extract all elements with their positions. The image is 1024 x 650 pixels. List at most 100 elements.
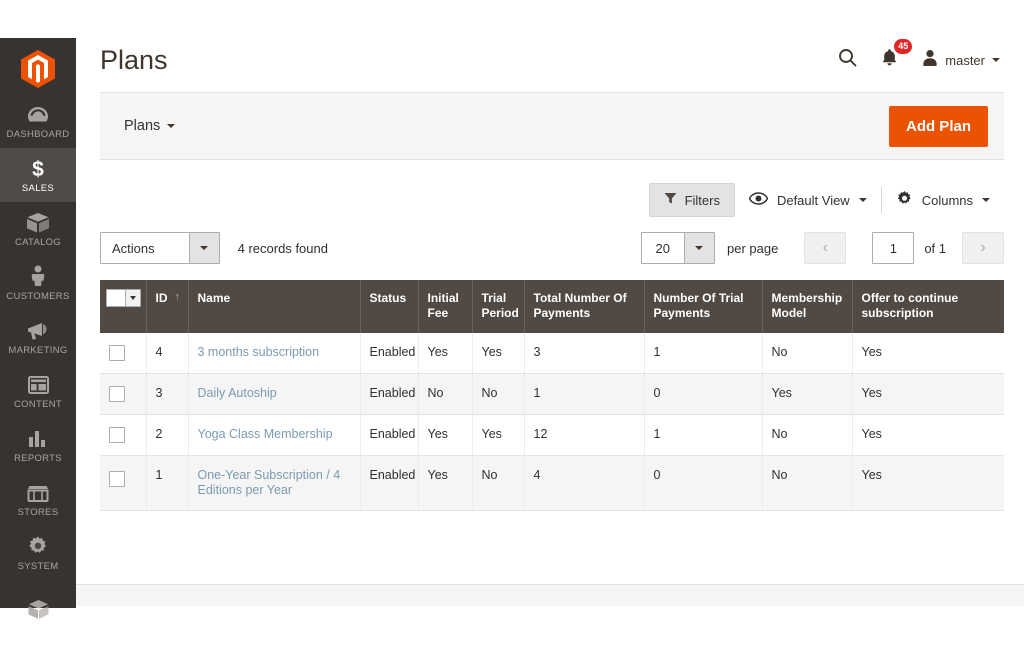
sidebar-item-reports[interactable]: REPORTS bbox=[0, 418, 76, 472]
chevron-down-icon[interactable] bbox=[125, 290, 140, 306]
magento-logo-icon bbox=[21, 50, 55, 88]
cell-total-payments: 12 bbox=[524, 414, 645, 456]
cell-trial-payments: 0 bbox=[644, 373, 763, 415]
cell-name: Yoga Class Membership bbox=[188, 414, 361, 456]
cell-membership-model: No bbox=[762, 414, 853, 456]
column-header-select-all[interactable] bbox=[100, 280, 147, 333]
marketing-megaphone-icon bbox=[26, 319, 50, 341]
cell-offer-continue: Yes bbox=[852, 373, 1004, 415]
column-header-status[interactable]: Status bbox=[360, 280, 419, 333]
sidebar-item-label: SALES bbox=[21, 183, 55, 194]
cell-name: Daily Autoship bbox=[188, 373, 361, 415]
cell-offer-continue: Yes bbox=[852, 414, 1004, 456]
plan-name-link[interactable]: One-Year Subscription / 4 Editions per Y… bbox=[198, 468, 341, 497]
select-all-dropdown[interactable] bbox=[106, 289, 141, 307]
column-header-name[interactable]: Name bbox=[188, 280, 361, 333]
search-icon bbox=[838, 48, 857, 72]
filters-button[interactable]: Filters bbox=[648, 183, 735, 217]
filters-label: Filters bbox=[684, 192, 720, 208]
column-header-trial-payments[interactable]: Number Of Trial Payments bbox=[644, 280, 763, 333]
cell-name: One-Year Subscription / 4 Editions per Y… bbox=[188, 455, 361, 511]
row-checkbox[interactable] bbox=[109, 427, 125, 443]
column-header-trial-period[interactable]: Trial Period bbox=[472, 280, 525, 333]
default-view-dropdown[interactable]: Default View bbox=[735, 184, 881, 216]
cell-id: 3 bbox=[146, 373, 189, 415]
table-row[interactable]: 1 One-Year Subscription / 4 Editions per… bbox=[100, 455, 1004, 511]
plan-name-link[interactable]: Yoga Class Membership bbox=[198, 427, 333, 441]
plan-name-link[interactable]: 3 months subscription bbox=[198, 345, 320, 359]
chevron-down-icon bbox=[695, 246, 704, 250]
select-all-checkbox[interactable] bbox=[107, 290, 125, 306]
previous-page-button[interactable]: ‹ bbox=[804, 232, 847, 264]
column-header-initial-fee[interactable]: Initial Fee bbox=[418, 280, 473, 333]
notifications-button[interactable]: 45 bbox=[869, 39, 916, 77]
cell-id: 4 bbox=[146, 333, 189, 374]
row-checkbox[interactable] bbox=[109, 386, 125, 402]
table-row[interactable]: 2 Yoga Class Membership Enabled Yes Yes … bbox=[100, 414, 1004, 456]
records-found-label: 4 records found bbox=[237, 240, 328, 256]
sidebar-item-label: DASHBOARD bbox=[6, 129, 70, 140]
next-page-button[interactable]: › bbox=[962, 232, 1004, 264]
bookmark-views-dropdown[interactable]: Plans bbox=[124, 118, 176, 134]
cell-trial-payments: 1 bbox=[644, 333, 763, 374]
chevron-down-icon bbox=[982, 198, 990, 202]
table-row[interactable]: 3 Daily Autoship Enabled No No 1 0 Yes Y… bbox=[100, 373, 1004, 415]
columns-label: Columns bbox=[921, 192, 973, 208]
page-total-label: of 1 bbox=[924, 240, 946, 256]
cell-status: Enabled bbox=[360, 455, 419, 511]
cell-membership-model: No bbox=[762, 455, 853, 511]
column-header-id[interactable]: ID ↑ bbox=[146, 280, 189, 333]
cell-status: Enabled bbox=[360, 414, 419, 456]
cell-status: Enabled bbox=[360, 373, 419, 415]
sidebar-item-partners-extensions[interactable] bbox=[0, 592, 76, 632]
plan-name-link[interactable]: Daily Autoship bbox=[198, 386, 277, 400]
page-number-input[interactable]: 1 bbox=[872, 232, 915, 264]
sidebar-item-sales[interactable]: $ SALES bbox=[0, 148, 76, 202]
search-button[interactable] bbox=[826, 43, 869, 77]
mass-actions-caret[interactable] bbox=[188, 233, 219, 263]
add-plan-button[interactable]: Add Plan bbox=[888, 105, 988, 147]
grid-control-left: Actions 4 records found bbox=[100, 232, 328, 264]
sidebar-item-catalog[interactable]: CATALOG bbox=[0, 202, 76, 256]
row-checkbox[interactable] bbox=[109, 345, 125, 361]
chevron-down-icon bbox=[858, 198, 867, 202]
filter-funnel-icon bbox=[664, 192, 677, 208]
row-select-cell[interactable] bbox=[100, 414, 147, 456]
sidebar-item-system[interactable]: SYSTEM bbox=[0, 526, 76, 580]
sidebar-item-label: CUSTOMERS bbox=[6, 291, 70, 302]
content-layout-icon bbox=[27, 373, 49, 395]
user-menu[interactable]: master bbox=[916, 49, 1000, 72]
row-select-cell[interactable] bbox=[100, 333, 147, 374]
sidebar-item-dashboard[interactable]: DASHBOARD bbox=[0, 94, 76, 148]
per-page-caret[interactable] bbox=[683, 233, 714, 263]
cell-trial-period: Yes bbox=[472, 414, 525, 456]
row-checkbox[interactable] bbox=[109, 471, 125, 487]
sidebar-item-label: SYSTEM bbox=[17, 561, 59, 572]
sidebar-item-marketing[interactable]: MARKETING bbox=[0, 310, 76, 364]
per-page-label: per page bbox=[726, 240, 779, 256]
mass-actions-select[interactable]: Actions bbox=[100, 232, 220, 264]
sidebar-item-customers[interactable]: CUSTOMERS bbox=[0, 256, 76, 310]
sales-dollar-icon: $ bbox=[31, 157, 45, 179]
partners-extensions-icon bbox=[27, 598, 50, 620]
row-select-cell[interactable] bbox=[100, 455, 147, 511]
column-header-membership-model[interactable]: Membership Model bbox=[762, 280, 853, 333]
table-head: ID ↑ Name Status Initial Fee Trial Perio… bbox=[100, 280, 1004, 333]
sidebar-item-content[interactable]: CONTENT bbox=[0, 364, 76, 418]
row-select-cell[interactable] bbox=[100, 373, 147, 415]
table-row[interactable]: 4 3 months subscription Enabled Yes Yes … bbox=[100, 333, 1004, 374]
columns-dropdown[interactable]: Columns bbox=[882, 182, 1004, 218]
per-page-select[interactable]: 20 bbox=[640, 232, 715, 264]
stores-storefront-icon bbox=[26, 481, 50, 503]
table-body: 4 3 months subscription Enabled Yes Yes … bbox=[100, 333, 1004, 511]
cell-id: 1 bbox=[146, 455, 189, 511]
svg-text:$: $ bbox=[32, 158, 44, 179]
sidebar-item-stores[interactable]: STORES bbox=[0, 472, 76, 526]
column-header-offer-continue[interactable]: Offer to continue subscription bbox=[852, 280, 1004, 333]
chevron-down-icon bbox=[992, 58, 1000, 62]
column-header-total-payments[interactable]: Total Number Of Payments bbox=[524, 280, 645, 333]
sidebar-item-label: STORES bbox=[17, 507, 59, 518]
magento-logo[interactable] bbox=[0, 50, 76, 88]
cell-trial-period: No bbox=[472, 373, 525, 415]
primary-sidebar: DASHBOARD $ SALES CATALOG CUSTOMERS MARK… bbox=[0, 38, 76, 619]
